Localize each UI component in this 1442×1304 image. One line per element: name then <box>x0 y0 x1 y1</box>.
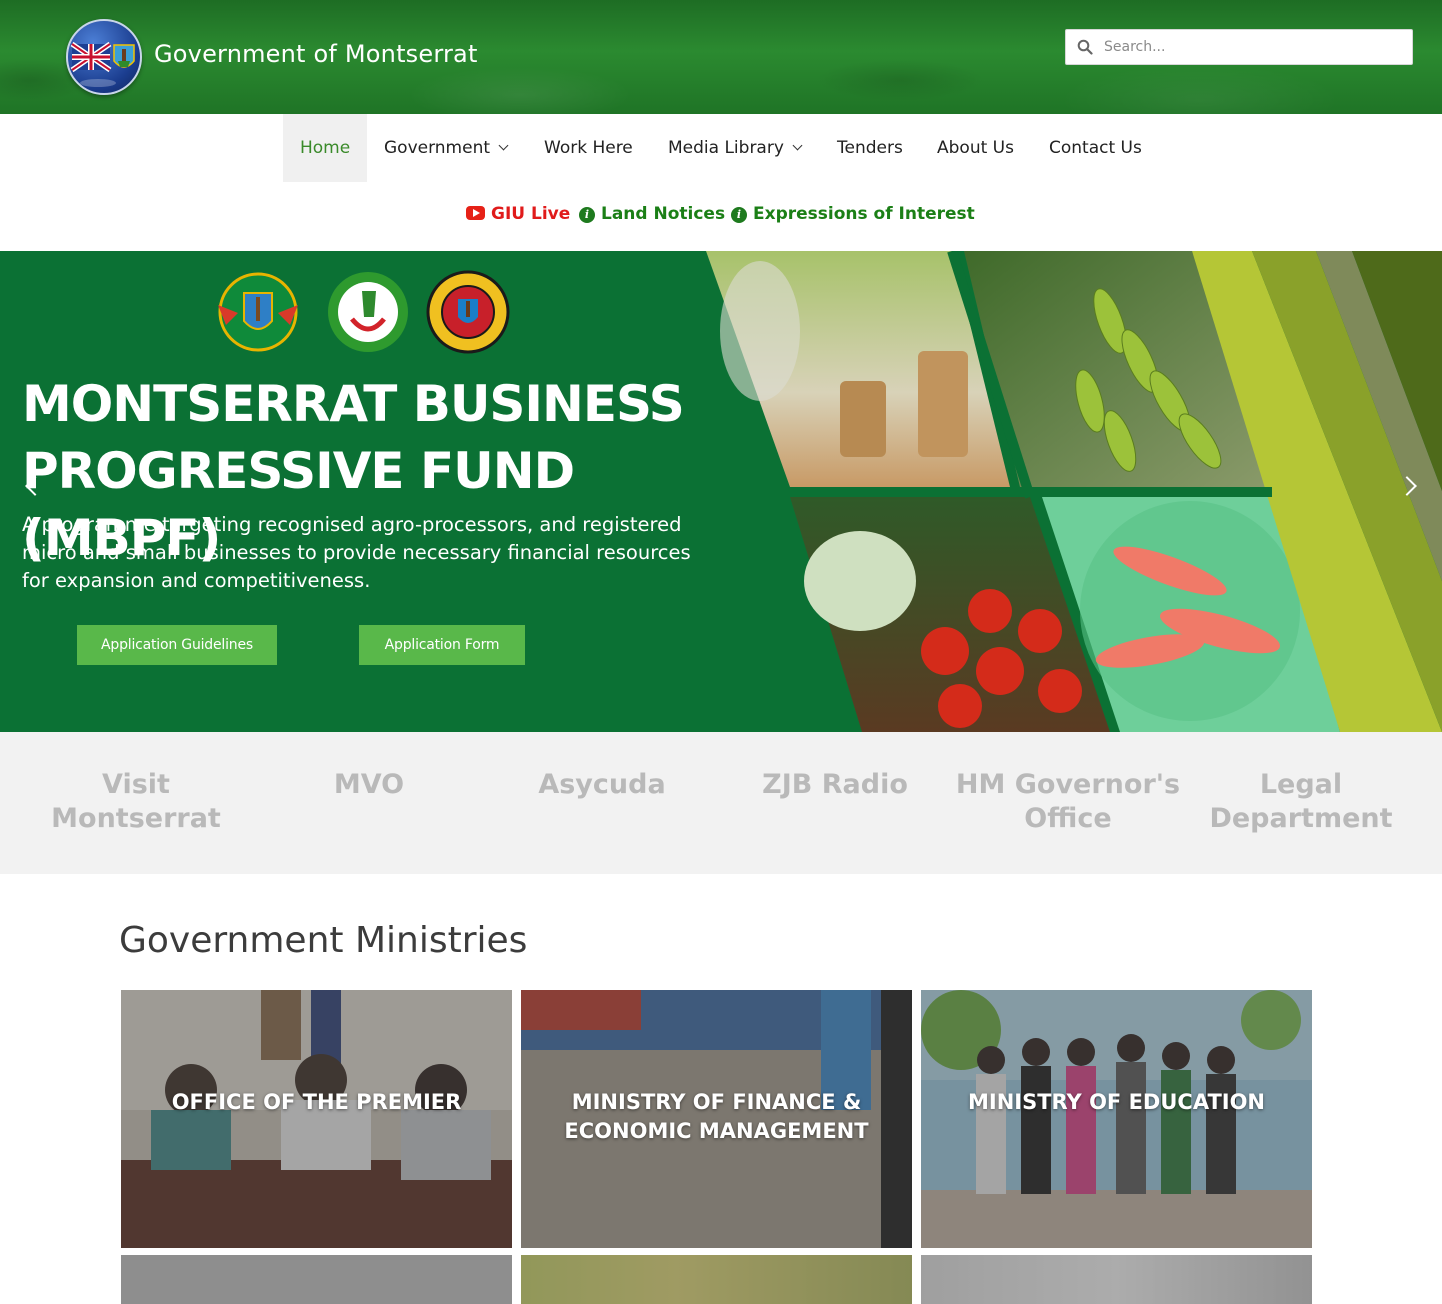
site-header: Government of Montserrat <box>0 0 1442 114</box>
ministry-seal-icon <box>218 272 298 352</box>
tile-overlay <box>121 990 512 1248</box>
nav-item-label: About Us <box>937 138 1014 158</box>
partner-link-asycuda[interactable]: Asycuda <box>486 768 718 802</box>
nav-item-about-us[interactable]: About Us <box>920 114 1031 182</box>
partner-link-label: Visit Montserrat <box>51 769 221 834</box>
nav-item-media-library[interactable]: Media Library <box>651 114 818 182</box>
partner-link-mvo[interactable]: MVO <box>253 768 485 802</box>
tile-overlay <box>921 1255 1312 1304</box>
tile-overlay <box>121 1255 512 1304</box>
partner-link-legal-department[interactable]: Legal Department <box>1185 768 1417 836</box>
application-guidelines-button[interactable]: Application Guidelines <box>77 625 277 665</box>
ministry-tile-finance-economic-management[interactable]: MINISTRY OF FINANCE & ECONOMIC MANAGEMEN… <box>521 990 912 1248</box>
quick-link-label: Expressions of Interest <box>753 204 975 224</box>
quick-link-giu-live[interactable]: GIU Live <box>466 204 570 224</box>
nav-item-label: Contact Us <box>1049 138 1142 158</box>
search-icon <box>1077 39 1093 55</box>
info-icon: i <box>579 207 595 223</box>
partner-links-bar: Visit Montserrat MVO Asycuda ZJB Radio H… <box>0 732 1442 874</box>
ministry-tile[interactable] <box>921 1255 1312 1304</box>
youtube-icon <box>466 206 485 220</box>
quick-links-bar: GIU Live i Land Notices i Expressions of I… <box>0 196 1442 236</box>
main-nav: Home Government Work Here Media Library … <box>0 114 1442 182</box>
search-box[interactable] <box>1065 29 1413 65</box>
nav-item-label: Home <box>300 138 351 158</box>
quick-link-label: Land Notices <box>601 204 726 224</box>
ministry-tile[interactable] <box>121 1255 512 1304</box>
nav-item-tenders[interactable]: Tenders <box>820 114 920 182</box>
ministry-tile-label: MINISTRY OF FINANCE & ECONOMIC MANAGEMEN… <box>564 1090 869 1143</box>
partner-link-zjb-radio[interactable]: ZJB Radio <box>719 768 951 802</box>
ministry-tile[interactable] <box>521 1255 912 1304</box>
quick-link-expressions-of-interest[interactable]: i Expressions of Interest <box>731 204 975 224</box>
quick-link-label: GIU Live <box>491 204 571 224</box>
nav-item-label: Work Here <box>544 138 633 158</box>
nav-item-government[interactable]: Government <box>367 114 524 182</box>
hero-subtitle: A programme targeting recognised agro-pr… <box>22 513 691 592</box>
partner-link-label: ZJB Radio <box>762 769 908 800</box>
tile-overlay <box>921 990 1312 1248</box>
hero-slider: MONTSERRAT BUSINESS PROGRESSIVE FUND (MB… <box>0 251 1442 732</box>
ministry-tile-label: OFFICE OF THE PREMIER <box>171 1090 462 1114</box>
partner-link-label: HM Governor's Office <box>955 769 1181 834</box>
partner-link-label: Legal Department <box>1209 769 1393 834</box>
finance-seal-icon <box>328 272 408 352</box>
partner-link-visit-montserrat[interactable]: Visit Montserrat <box>20 768 252 836</box>
site-title[interactable]: Government of Montserrat <box>154 40 478 68</box>
partner-link-hm-governors-office[interactable]: HM Governor's Office <box>952 768 1184 836</box>
nav-item-home[interactable]: Home <box>283 114 368 182</box>
nav-item-work-here[interactable]: Work Here <box>527 114 650 182</box>
nav-item-label: Tenders <box>837 138 903 158</box>
cabinet-secretariat-seal-icon <box>426 270 510 354</box>
nav-item-contact-us[interactable]: Contact Us <box>1032 114 1159 182</box>
partner-link-label: Asycuda <box>538 769 666 800</box>
tile-overlay <box>521 1255 912 1304</box>
partner-link-label: MVO <box>333 769 405 800</box>
info-icon: i <box>731 207 747 223</box>
site-logo[interactable] <box>66 19 142 95</box>
ministry-tile-office-of-the-premier[interactable]: OFFICE OF THE PREMIER <box>121 990 512 1248</box>
hero-headline-line: MONTSERRAT BUSINESS <box>22 375 685 433</box>
application-form-button[interactable]: Application Form <box>359 625 525 665</box>
ministry-tile-education[interactable]: MINISTRY OF EDUCATION <box>921 990 1312 1248</box>
ministry-tile-label: MINISTRY OF EDUCATION <box>967 1090 1266 1114</box>
flag-emblem-icon <box>70 41 135 87</box>
chevron-down-icon <box>792 140 803 151</box>
search-input[interactable] <box>1104 30 1404 64</box>
nav-item-label: Government <box>384 138 491 158</box>
chevron-down-icon <box>498 140 509 151</box>
section-title: Government Ministries <box>119 920 528 961</box>
nav-item-label: Media Library <box>668 138 784 158</box>
quick-link-land-notices[interactable]: i Land Notices <box>579 204 725 224</box>
